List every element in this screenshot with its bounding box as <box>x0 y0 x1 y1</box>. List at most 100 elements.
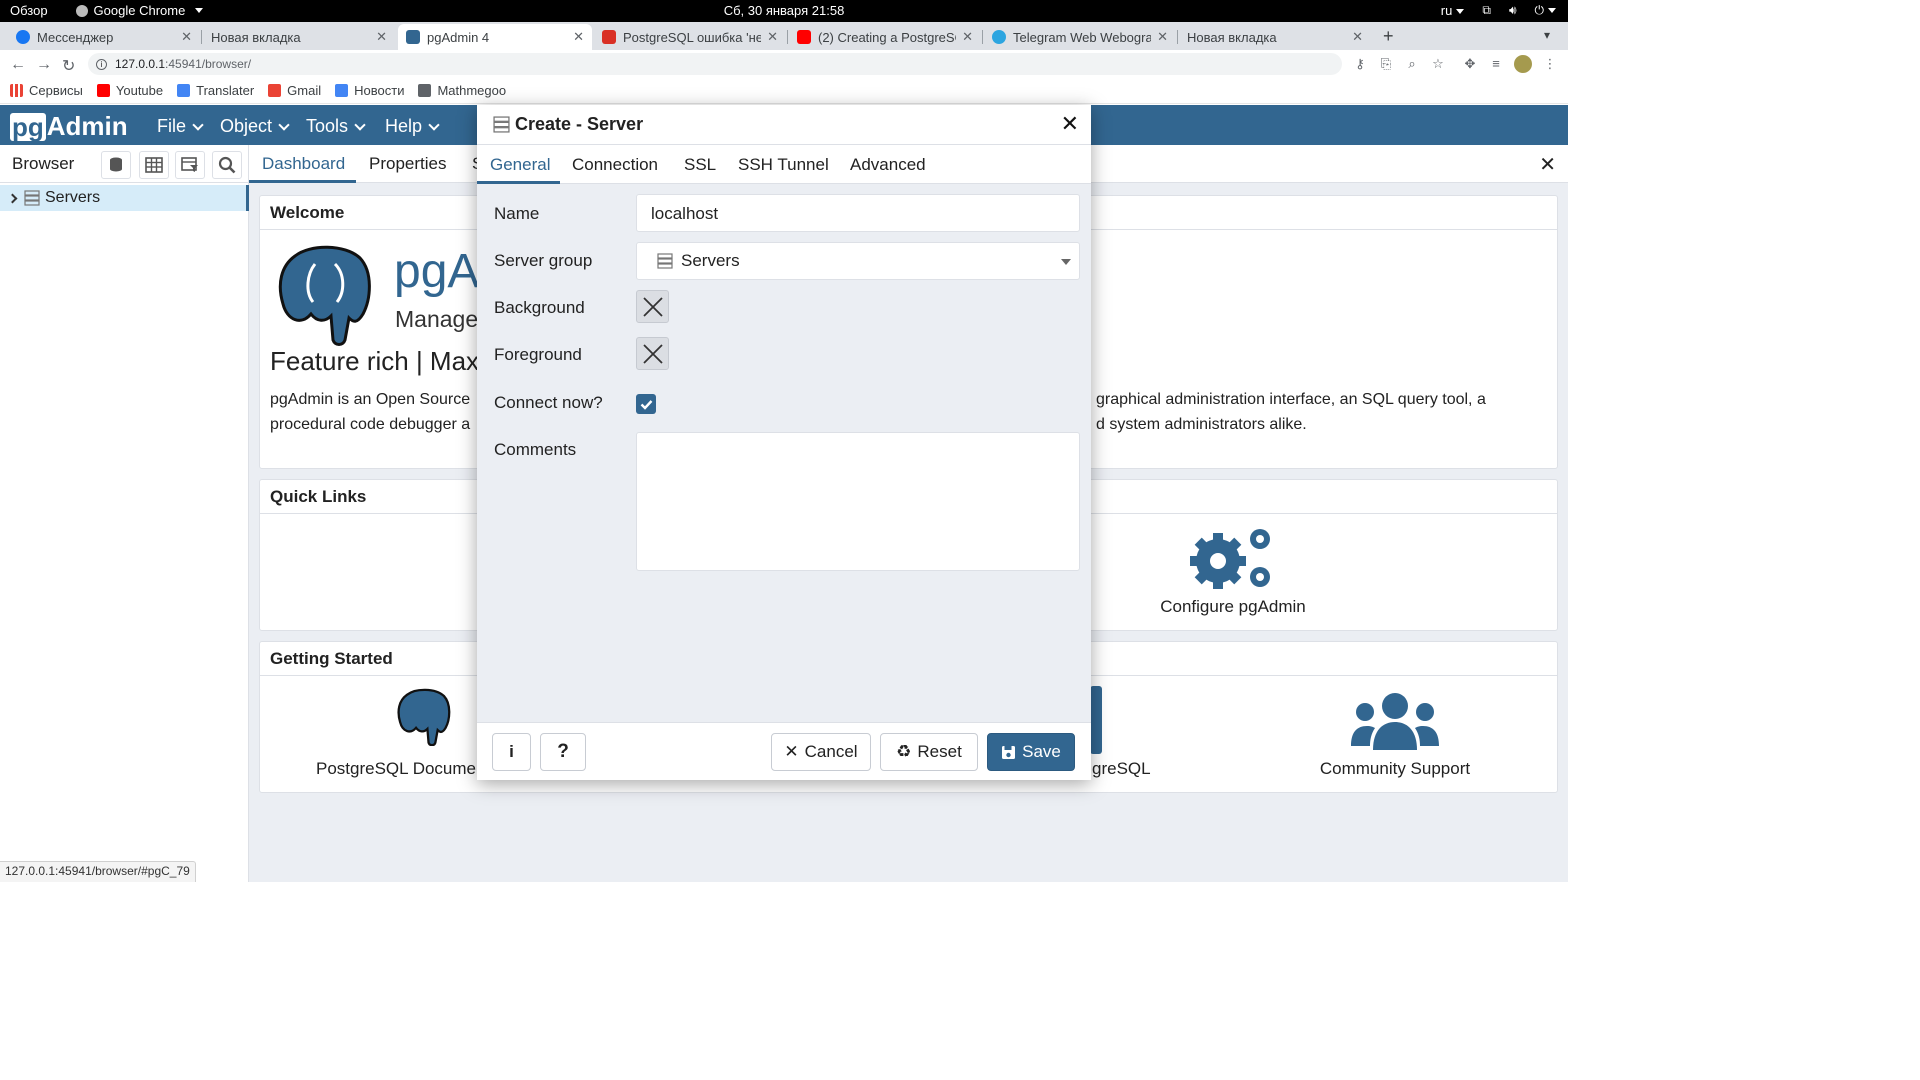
close-tab-icon[interactable]: ✕ <box>767 29 778 45</box>
clock[interactable]: Сб, 30 января 21:58 <box>0 3 1568 18</box>
youtube-icon <box>797 30 811 44</box>
name-field[interactable]: localhost <box>636 194 1080 232</box>
zoom-icon[interactable]: ⌕ <box>1404 56 1420 72</box>
news-icon <box>335 84 349 97</box>
info-button[interactable]: i <box>492 733 531 771</box>
server-group-icon <box>24 190 40 206</box>
save-button[interactable]: Save <box>987 733 1075 771</box>
server-group-icon <box>657 253 673 269</box>
planet-postgresql-link[interactable]: greSQL <box>1092 759 1151 779</box>
chevron-right-icon[interactable] <box>7 193 18 203</box>
search-objects-button[interactable] <box>212 151 242 179</box>
close-tab-icon[interactable]: ✕ <box>1352 29 1363 45</box>
reset-button[interactable]: ♻ Reset <box>880 733 978 771</box>
messenger-icon <box>16 30 30 44</box>
browser-toolbar: ← → ↻ i 127.0.0.1:45941/browser/ ⚷ ⎘ ⌕ ☆… <box>0 50 1568 78</box>
server-group-label: Server group <box>494 251 593 270</box>
tab-connection[interactable]: Connection <box>572 155 658 175</box>
bookmark-youtube[interactable]: Youtube <box>96 83 163 98</box>
menu-tools[interactable]: Tools <box>306 116 366 137</box>
connect-now-checkbox[interactable] <box>636 394 656 414</box>
address-bar[interactable]: i 127.0.0.1:45941/browser/ <box>88 53 1342 75</box>
power-icon[interactable]: ⏻ <box>1535 3 1556 18</box>
tab-title: PostgreSQL ошибка 'не у <box>623 29 762 45</box>
code-icon <box>602 30 616 44</box>
extensions-icon[interactable]: ✥ <box>1462 56 1478 72</box>
close-tab-icon[interactable]: ✕ <box>962 29 973 45</box>
close-tab-icon[interactable]: ✕ <box>573 29 584 45</box>
name-label: Name <box>494 204 540 223</box>
browser-tab[interactable]: Новая вкладка ✕ <box>203 24 395 50</box>
reset-label: Reset <box>917 742 962 761</box>
community-support-link[interactable]: Community Support <box>1300 759 1490 779</box>
bookmark-gmail[interactable]: Gmail <box>268 83 321 98</box>
tab-ssl[interactable]: SSL <box>684 155 716 175</box>
bookmark-translater[interactable]: Translater <box>177 83 254 98</box>
close-tab-icon[interactable]: ✕ <box>376 29 387 45</box>
close-panel-icon[interactable]: ✕ <box>1539 152 1556 177</box>
translate-icon <box>177 84 191 97</box>
network-icon[interactable]: ⧉ <box>1482 3 1491 18</box>
reading-list-icon[interactable]: ≡ <box>1488 56 1504 72</box>
tab-separator <box>787 30 788 44</box>
tab-title: (2) Creating a PostgreSQL <box>818 29 956 45</box>
tree-node-label: Servers <box>45 189 101 206</box>
translate-icon[interactable]: ⎘ <box>1378 56 1394 72</box>
bookmark-apps[interactable]: Сервисы <box>10 83 83 98</box>
foreground-color-picker[interactable] <box>636 337 669 370</box>
dropdown-caret-icon <box>1061 259 1071 265</box>
bookmark-star-icon[interactable]: ☆ <box>1430 56 1446 72</box>
dialog-title: Create - Server <box>515 114 644 134</box>
tab-search-icon[interactable]: ▾ <box>1544 28 1550 42</box>
view-data-button[interactable] <box>139 151 169 179</box>
background-label: Background <box>494 298 585 317</box>
dialog-tab-bar: General Connection SSL SSH Tunnel Advanc… <box>477 145 1091 184</box>
site-info-icon[interactable]: i <box>96 58 107 70</box>
volume-icon[interactable]: 🔊︎ <box>1509 3 1517 18</box>
browser-tab[interactable]: (2) Creating a PostgreSQL ✕ <box>789 24 981 50</box>
bookmark-mathmegoo[interactable]: Mathmegoo <box>418 83 506 98</box>
menu-label: Object <box>220 116 273 136</box>
status-url-bubble: 127.0.0.1:45941/browser/#pgC_79 <box>0 861 196 882</box>
tree-node-servers[interactable]: Servers <box>0 185 246 211</box>
pgadmin-logo[interactable]: pg Admin <box>10 111 128 142</box>
background-color-picker[interactable] <box>636 290 669 323</box>
key-icon[interactable]: ⚷ <box>1352 56 1368 72</box>
new-tab-button[interactable]: + <box>1383 26 1394 47</box>
tab-properties[interactable]: Properties <box>369 154 446 174</box>
tab-general[interactable]: General <box>490 155 550 175</box>
comments-textarea[interactable] <box>636 432 1080 571</box>
bookmark-news[interactable]: Новости <box>335 83 404 98</box>
close-tab-icon[interactable]: ✕ <box>1157 29 1168 45</box>
close-tab-icon[interactable]: ✕ <box>181 29 192 45</box>
close-icon[interactable]: ✕ <box>1061 113 1079 135</box>
browser-tab[interactable]: Telegram Web Webogram ✕ <box>984 24 1176 50</box>
dialog-header[interactable]: Create - Server ✕ <box>477 105 1091 145</box>
help-button[interactable]: ? <box>540 733 586 771</box>
language-indicator[interactable]: ru <box>1441 3 1465 18</box>
cancel-button[interactable]: ✕ Cancel <box>771 733 871 771</box>
forward-arrow-icon[interactable]: → <box>36 56 52 74</box>
browser-tab[interactable]: Новая вкладка ✕ <box>1179 24 1371 50</box>
reload-icon[interactable]: ↻ <box>62 56 75 76</box>
help-icon: ? <box>557 741 569 762</box>
chrome-menu-icon[interactable]: ⋮ <box>1542 56 1558 72</box>
back-arrow-icon[interactable]: ← <box>10 56 26 74</box>
browser-tab[interactable]: Мессенджер ✕ <box>8 24 200 50</box>
server-group-select[interactable]: Servers <box>636 242 1080 280</box>
database-icon <box>110 157 122 172</box>
tab-advanced[interactable]: Advanced <box>850 155 926 175</box>
filtered-rows-button[interactable] <box>175 151 205 179</box>
community-users-icon <box>1351 693 1439 750</box>
query-tool-button[interactable] <box>101 151 131 179</box>
profile-avatar[interactable] <box>1514 55 1532 73</box>
configure-pgadmin-link[interactable]: Configure pgAdmin <box>1140 597 1326 617</box>
menu-object[interactable]: Object <box>220 116 290 137</box>
browser-tab-active[interactable]: pgAdmin 4 ✕ <box>398 24 592 50</box>
tab-dashboard[interactable]: Dashboard <box>262 154 345 174</box>
hero-title: pgA <box>394 245 480 298</box>
menu-file[interactable]: File <box>157 116 204 137</box>
browser-tab[interactable]: PostgreSQL ошибка 'не у ✕ <box>594 24 786 50</box>
tab-ssh-tunnel[interactable]: SSH Tunnel <box>738 155 829 175</box>
menu-help[interactable]: Help <box>385 116 440 137</box>
